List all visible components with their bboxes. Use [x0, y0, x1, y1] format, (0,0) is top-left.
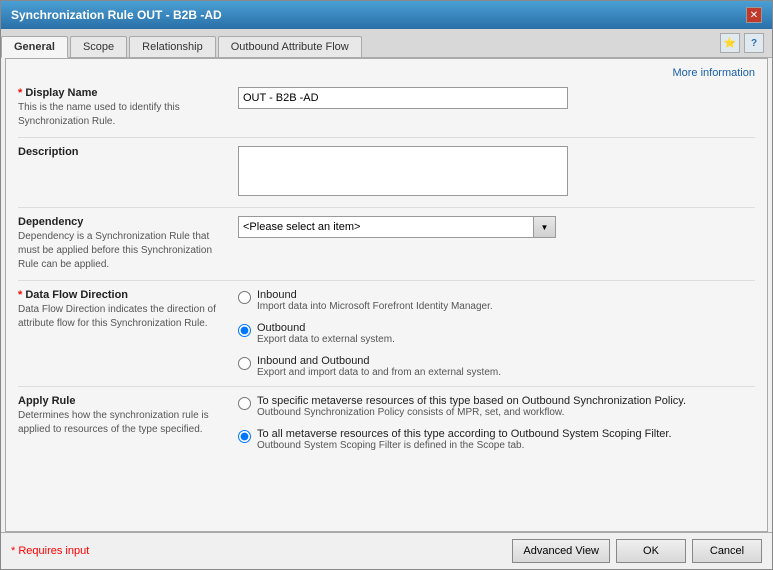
radio-all-input[interactable]	[238, 430, 251, 443]
tab-outbound[interactable]: Outbound Attribute Flow	[218, 36, 362, 57]
radio-all-main: To all metaverse resources of this type …	[257, 428, 672, 440]
display-name-label-col: * Display Name This is the name used to …	[18, 87, 238, 129]
ok-button[interactable]: OK	[616, 539, 686, 563]
radio-inbound-sub: Import data into Microsoft Forefront Ide…	[257, 301, 493, 312]
tab-scope[interactable]: Scope	[70, 36, 127, 57]
radio-specific-labels: To specific metaverse resources of this …	[257, 395, 686, 418]
footer: * Requires input Advanced View OK Cancel	[1, 532, 772, 569]
main-content: More information * Display Name This is …	[5, 58, 768, 532]
main-window: Synchronization Rule OUT - B2B -AD ✕ Gen…	[0, 0, 773, 570]
radio-inbound-outbound-main: Inbound and Outbound	[257, 355, 501, 367]
display-name-required: *	[18, 87, 22, 99]
star-icon[interactable]: ⭐	[720, 33, 740, 53]
apply-rule-desc: Determines how the synchronization rule …	[18, 409, 230, 437]
data-flow-required: *	[18, 289, 22, 301]
more-information-link[interactable]: More information	[6, 67, 767, 83]
radio-inbound-outbound-input[interactable]	[238, 357, 251, 370]
display-name-label: * Display Name	[18, 87, 230, 99]
radio-inbound-input[interactable]	[238, 291, 251, 304]
radio-specific-main: To specific metaverse resources of this …	[257, 395, 686, 407]
description-input-col	[238, 146, 755, 199]
display-name-input[interactable]	[238, 87, 568, 109]
advanced-view-button[interactable]: Advanced View	[512, 539, 610, 563]
radio-outbound-main: Outbound	[257, 322, 395, 334]
dependency-label: Dependency	[18, 216, 230, 228]
close-button[interactable]: ✕	[746, 7, 762, 23]
data-flow-direction-label: * Data Flow Direction	[18, 289, 230, 301]
radio-specific-input[interactable]	[238, 397, 251, 410]
radio-specific: To specific metaverse resources of this …	[238, 395, 755, 418]
data-flow-direction-label-col: * Data Flow Direction Data Flow Directio…	[18, 289, 238, 331]
display-name-input-col	[238, 87, 755, 109]
radio-all: To all metaverse resources of this type …	[238, 428, 755, 451]
dependency-dropdown-btn[interactable]: ▼	[534, 216, 556, 238]
radio-outbound-sub: Export data to external system.	[257, 334, 395, 345]
requires-input-label: * Requires input	[11, 545, 512, 557]
dependency-desc: Dependency is a Synchronization Rule tha…	[18, 230, 230, 272]
radio-inbound-outbound-labels: Inbound and Outbound Export and import d…	[257, 355, 501, 378]
display-name-row: * Display Name This is the name used to …	[18, 87, 755, 138]
dependency-row: Dependency Dependency is a Synchronizati…	[18, 216, 755, 281]
cancel-button[interactable]: Cancel	[692, 539, 762, 563]
data-flow-input-col: Inbound Import data into Microsoft Foref…	[238, 289, 755, 378]
tab-general[interactable]: General	[1, 36, 68, 58]
tab-relationship[interactable]: Relationship	[129, 36, 216, 57]
form-section: * Display Name This is the name used to …	[6, 83, 767, 475]
radio-inbound-outbound-sub: Export and import data to and from an ex…	[257, 367, 501, 378]
radio-inbound-outbound: Inbound and Outbound Export and import d…	[238, 355, 755, 378]
description-label-col: Description	[18, 146, 238, 160]
help-icon[interactable]: ?	[744, 33, 764, 53]
tab-bar: General Scope Relationship Outbound Attr…	[1, 29, 772, 58]
display-name-desc: This is the name used to identify this S…	[18, 101, 230, 129]
description-input[interactable]	[238, 146, 568, 196]
apply-rule-radio-group: To specific metaverse resources of this …	[238, 395, 755, 451]
apply-rule-input-col: To specific metaverse resources of this …	[238, 395, 755, 451]
radio-specific-sub: Outbound Synchronization Policy consists…	[257, 407, 686, 418]
window-title: Synchronization Rule OUT - B2B -AD	[11, 8, 222, 22]
radio-inbound-main: Inbound	[257, 289, 493, 301]
data-flow-direction-row: * Data Flow Direction Data Flow Directio…	[18, 289, 755, 387]
dependency-select[interactable]: <Please select an item>	[238, 216, 534, 238]
radio-outbound: Outbound Export data to external system.	[238, 322, 755, 345]
title-bar: Synchronization Rule OUT - B2B -AD ✕	[1, 1, 772, 29]
tab-bar-icons: ⭐ ?	[720, 33, 772, 57]
data-flow-radio-group: Inbound Import data into Microsoft Foref…	[238, 289, 755, 378]
dependency-select-wrapper: <Please select an item> ▼	[238, 216, 755, 238]
radio-outbound-labels: Outbound Export data to external system.	[257, 322, 395, 345]
description-label: Description	[18, 146, 230, 158]
description-row: Description	[18, 146, 755, 208]
radio-outbound-input[interactable]	[238, 324, 251, 337]
radio-inbound: Inbound Import data into Microsoft Foref…	[238, 289, 755, 312]
footer-buttons: Advanced View OK Cancel	[512, 539, 762, 563]
data-flow-desc: Data Flow Direction indicates the direct…	[18, 303, 230, 331]
apply-rule-label-col: Apply Rule Determines how the synchroniz…	[18, 395, 238, 437]
radio-all-sub: Outbound System Scoping Filter is define…	[257, 440, 672, 451]
apply-rule-label: Apply Rule	[18, 395, 230, 407]
dependency-input-col: <Please select an item> ▼	[238, 216, 755, 238]
dependency-label-col: Dependency Dependency is a Synchronizati…	[18, 216, 238, 272]
apply-rule-row: Apply Rule Determines how the synchroniz…	[18, 395, 755, 459]
radio-all-labels: To all metaverse resources of this type …	[257, 428, 672, 451]
radio-inbound-labels: Inbound Import data into Microsoft Foref…	[257, 289, 493, 312]
